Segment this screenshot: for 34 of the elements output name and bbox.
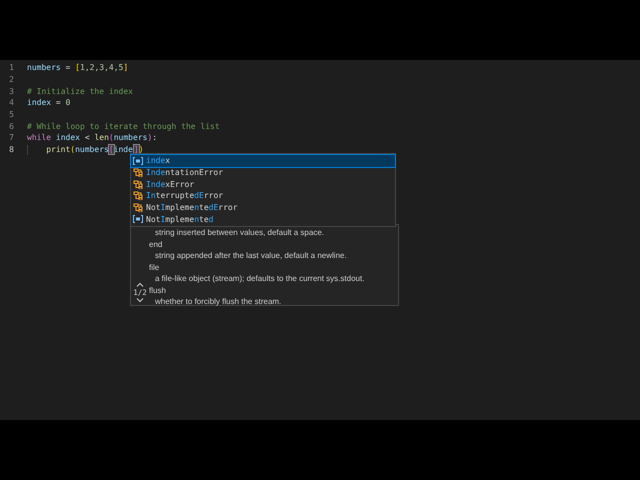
line-number: 3 xyxy=(8,86,14,96)
chevron-up-icon[interactable] xyxy=(136,282,144,287)
line-number: 4 xyxy=(8,98,14,108)
suggestion-item[interactable]: IndexError xyxy=(131,178,395,190)
line-number: 2 xyxy=(8,75,14,84)
parameter-description: whether to forcibly flush the stream. xyxy=(154,296,282,308)
variable-icon xyxy=(133,156,143,165)
line-number: 5 xyxy=(8,110,14,120)
suggestion-item[interactable]: index xyxy=(131,155,395,167)
parameter-name: end xyxy=(149,238,164,250)
parameter-name: file xyxy=(149,262,160,273)
class-icon xyxy=(133,203,143,212)
code-line: index = 0 xyxy=(27,98,70,108)
variable-icon xyxy=(133,215,143,224)
line-number: 7 xyxy=(8,133,14,142)
line-number: 1 xyxy=(8,63,14,72)
class-icon xyxy=(133,191,143,200)
suggestion-item[interactable]: NotImplementedError xyxy=(131,202,395,214)
parameter-description: string appended after the last value, default a newline. xyxy=(154,250,348,262)
parameter-description: string inserted between values, default a space. xyxy=(154,227,325,238)
line-number: 6 xyxy=(8,122,14,131)
class-icon xyxy=(133,168,143,178)
suggestion-item[interactable]: IndentationError xyxy=(131,166,395,178)
parameter-name: flush xyxy=(149,284,167,296)
suggestion-item[interactable]: NotImplemented xyxy=(131,213,395,226)
suggestion-item[interactable]: InterruptedError xyxy=(131,190,395,202)
chevron-down-icon[interactable] xyxy=(136,298,144,303)
parameter-description: a file-like object (stream); defaults to the current sys.stdout. xyxy=(154,273,366,284)
code-line: # Initialize the index xyxy=(27,86,133,96)
code-line: # While loop to iterate through the list xyxy=(27,122,220,131)
class-icon xyxy=(133,180,143,189)
line-number: 8 xyxy=(8,145,14,154)
code-line: numbers = [1,2,3,4,5] xyxy=(27,63,128,72)
code-line: while index < len(numbers): xyxy=(27,133,158,142)
